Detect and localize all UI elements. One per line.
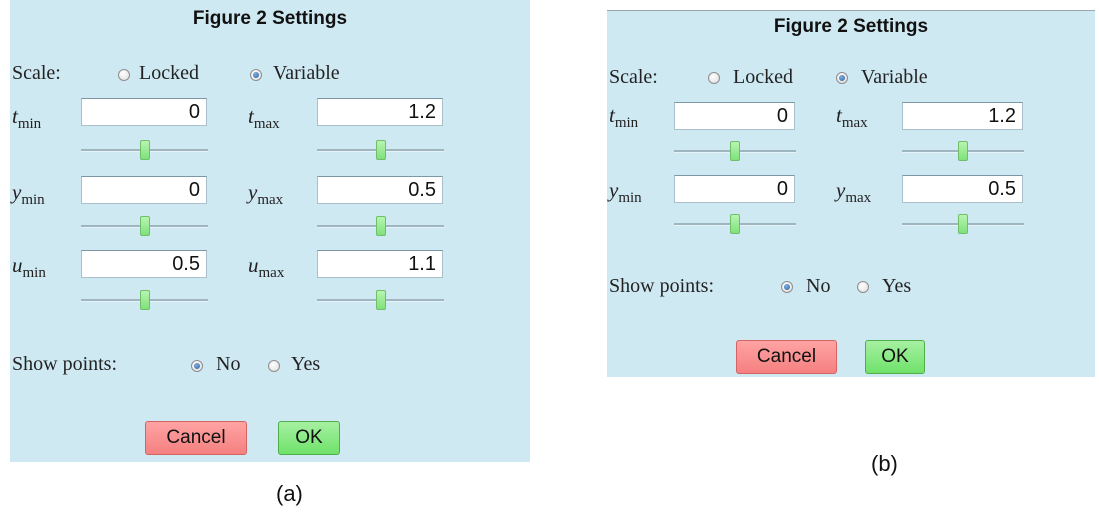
u-max-slider[interactable] bbox=[317, 290, 444, 310]
show-points-label: Show points: bbox=[12, 353, 118, 375]
y-max-label: ymax bbox=[836, 178, 872, 206]
y-min-input[interactable]: 0 bbox=[674, 175, 795, 203]
cancel-button[interactable]: Cancel bbox=[736, 340, 837, 374]
settings-dialog-a: Figure 2 Settings Scale: Locked Variable… bbox=[10, 0, 530, 462]
t-max-label: tmax bbox=[248, 104, 280, 132]
u-min-slider[interactable] bbox=[81, 290, 208, 310]
scale-locked-radio[interactable] bbox=[118, 69, 130, 81]
show-points-no-label[interactable]: No bbox=[806, 275, 830, 298]
y-min-slider[interactable] bbox=[674, 214, 796, 234]
t-min-input[interactable]: 0 bbox=[674, 102, 795, 130]
slider-thumb[interactable] bbox=[375, 140, 386, 160]
dialog-title: Figure 2 Settings bbox=[773, 16, 929, 37]
u-max-label: umax bbox=[248, 253, 285, 281]
slider-thumb[interactable] bbox=[375, 216, 386, 236]
ok-button[interactable]: OK bbox=[278, 421, 340, 455]
y-max-slider[interactable] bbox=[902, 214, 1024, 234]
cancel-button[interactable]: Cancel bbox=[145, 421, 247, 455]
y-min-input[interactable]: 0 bbox=[81, 176, 207, 204]
show-points-yes-label[interactable]: Yes bbox=[291, 353, 320, 376]
slider-thumb[interactable] bbox=[375, 290, 386, 310]
y-min-slider[interactable] bbox=[81, 216, 208, 236]
show-points-no-radio[interactable] bbox=[781, 281, 793, 293]
dialog-title: Figure 2 Settings bbox=[192, 8, 348, 29]
slider-thumb[interactable] bbox=[730, 141, 740, 161]
scale-variable-label[interactable]: Variable bbox=[273, 62, 340, 85]
show-points-no-label[interactable]: No bbox=[216, 353, 240, 376]
show-points-no-radio[interactable] bbox=[191, 360, 203, 372]
figure-caption-b: (b) bbox=[871, 451, 898, 476]
show-points-yes-radio[interactable] bbox=[268, 360, 280, 372]
t-min-label: tmin bbox=[609, 103, 639, 131]
show-points-label: Show points: bbox=[609, 275, 715, 297]
settings-dialog-b: Figure 2 Settings Scale: Locked Variable… bbox=[607, 10, 1095, 377]
scale-variable-label[interactable]: Variable bbox=[861, 66, 928, 89]
u-min-label: umin bbox=[12, 253, 46, 281]
figure-caption-a: (a) bbox=[276, 481, 303, 506]
scale-label: Scale: bbox=[609, 66, 658, 88]
t-max-input[interactable]: 1.2 bbox=[902, 102, 1023, 130]
u-min-input[interactable]: 0.5 bbox=[81, 250, 207, 278]
scale-variable-radio[interactable] bbox=[250, 69, 262, 81]
t-min-label: tmin bbox=[12, 104, 42, 132]
u-max-input[interactable]: 1.1 bbox=[317, 250, 443, 278]
t-max-label: tmax bbox=[836, 103, 868, 131]
t-max-input[interactable]: 1.2 bbox=[317, 98, 443, 126]
t-max-slider[interactable] bbox=[902, 141, 1024, 161]
y-min-label: ymin bbox=[609, 178, 642, 206]
scale-variable-radio[interactable] bbox=[836, 72, 848, 84]
y-min-label: ymin bbox=[12, 180, 45, 208]
slider-thumb[interactable] bbox=[139, 140, 150, 160]
y-max-label: ymax bbox=[248, 180, 284, 208]
scale-locked-label[interactable]: Locked bbox=[139, 62, 199, 85]
y-max-slider[interactable] bbox=[317, 216, 444, 236]
ok-button[interactable]: OK bbox=[865, 340, 925, 374]
slider-thumb[interactable] bbox=[730, 214, 740, 234]
scale-locked-label[interactable]: Locked bbox=[733, 66, 793, 89]
show-points-yes-radio[interactable] bbox=[857, 281, 869, 293]
y-max-input[interactable]: 0.5 bbox=[902, 175, 1023, 203]
scale-locked-radio[interactable] bbox=[708, 72, 720, 84]
scale-label: Scale: bbox=[12, 62, 61, 84]
slider-thumb[interactable] bbox=[139, 290, 150, 310]
t-min-slider[interactable] bbox=[674, 141, 796, 161]
slider-thumb[interactable] bbox=[958, 214, 968, 234]
slider-thumb[interactable] bbox=[139, 216, 150, 236]
show-points-yes-label[interactable]: Yes bbox=[882, 275, 911, 298]
slider-thumb[interactable] bbox=[958, 141, 968, 161]
t-min-input[interactable]: 0 bbox=[81, 98, 207, 126]
t-max-slider[interactable] bbox=[317, 140, 444, 160]
y-max-input[interactable]: 0.5 bbox=[317, 176, 443, 204]
t-min-slider[interactable] bbox=[81, 140, 208, 160]
